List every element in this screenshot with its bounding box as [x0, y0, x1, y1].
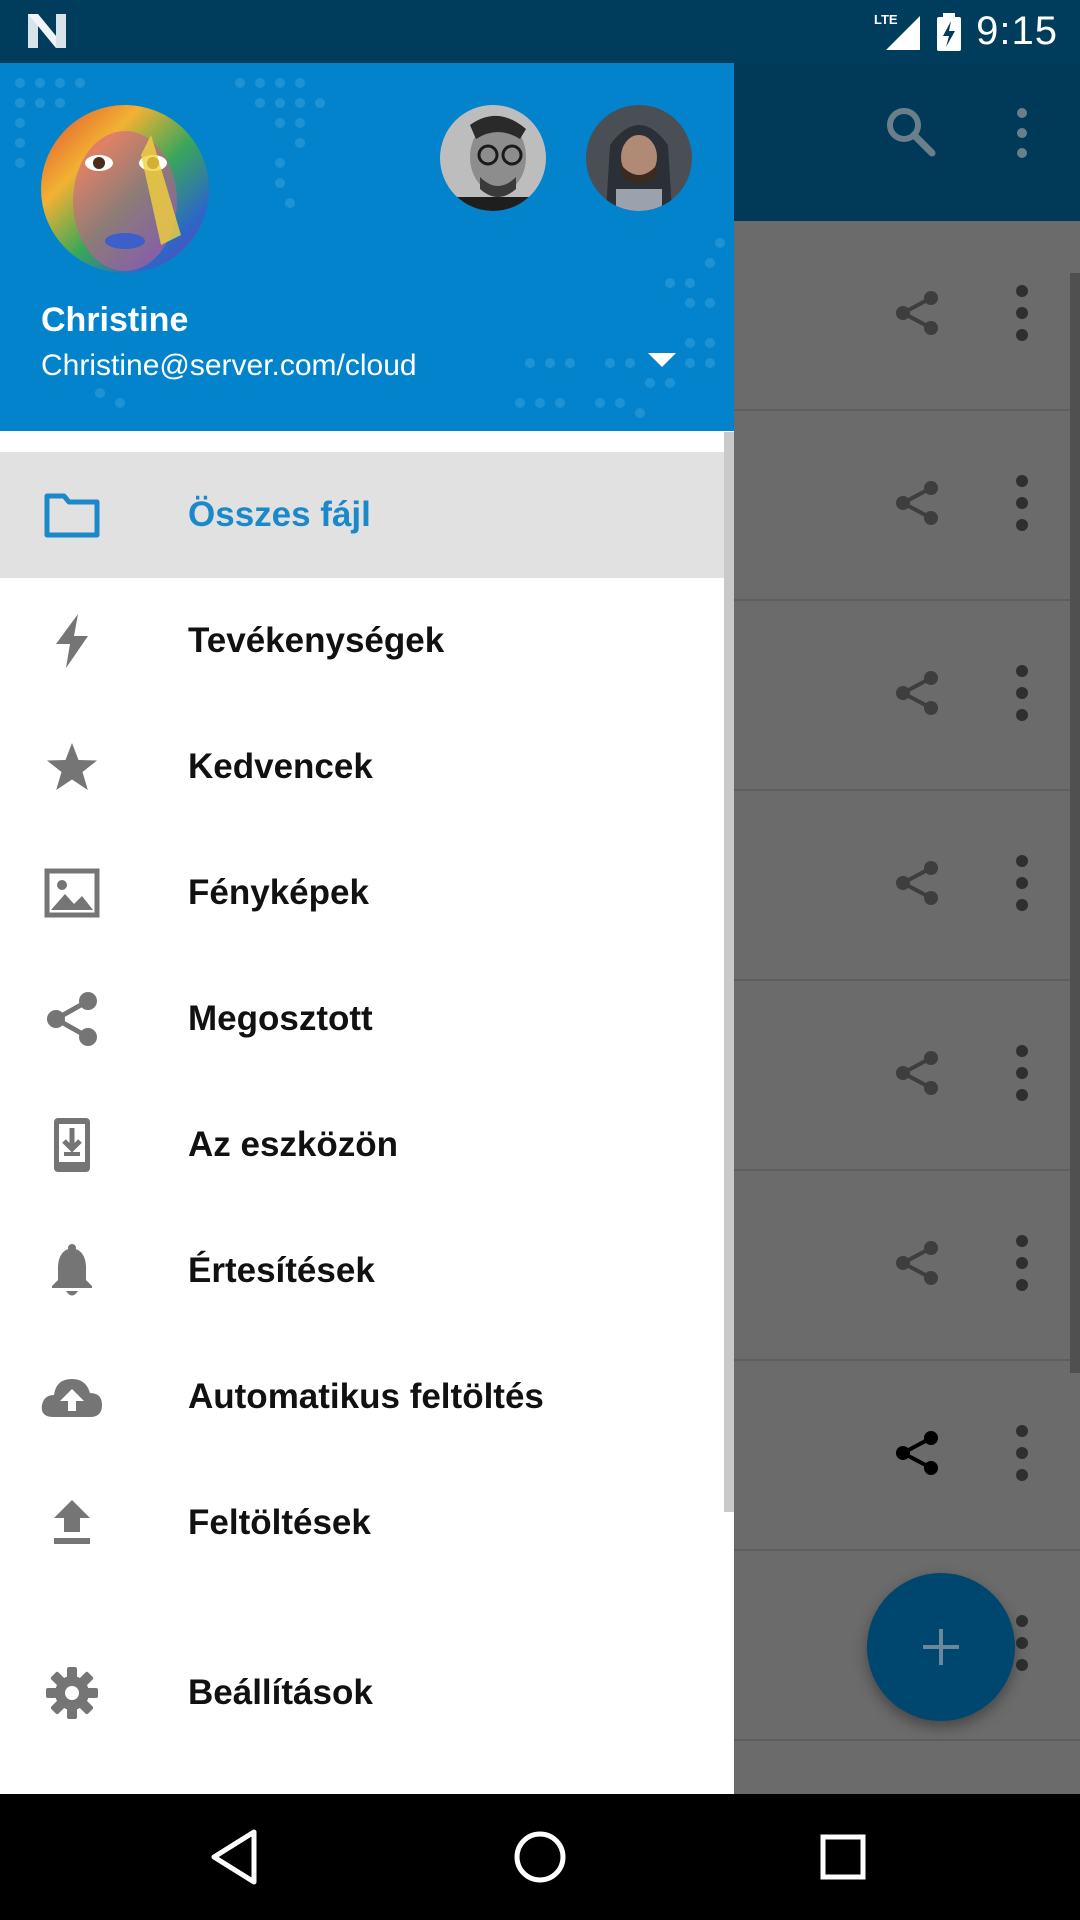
menu-item-activities[interactable]: Tevékenységek: [0, 578, 734, 704]
network-type: LTE: [874, 12, 898, 27]
notification-n-icon: [28, 14, 66, 48]
share-icon[interactable]: [893, 479, 941, 527]
other-account-avatar[interactable]: [440, 105, 546, 211]
search-icon[interactable]: [884, 105, 936, 157]
menu-item-all-files[interactable]: Összes fájl: [0, 452, 734, 578]
list-scrollbar: [1070, 273, 1080, 1373]
menu-item-shared[interactable]: Megosztott: [0, 956, 734, 1082]
share-icon[interactable]: [893, 289, 941, 337]
more-vert-icon[interactable]: [1002, 1041, 1042, 1105]
upload-icon: [40, 1495, 104, 1551]
status-bar: LTE 9:15: [0, 0, 1080, 63]
share-icon: [40, 991, 104, 1047]
share-icon[interactable]: [893, 859, 941, 907]
menu-item-uploads[interactable]: Feltöltések: [0, 1460, 734, 1586]
menu-item-label: Összes fájl: [188, 495, 371, 534]
current-account-avatar[interactable]: [41, 105, 209, 273]
menu-item-label: Feltöltések: [188, 1503, 371, 1542]
drawer-menu: Összes fájl Tevékenységek Kedvencek Fény…: [0, 452, 734, 1756]
more-vert-icon[interactable]: [1002, 1421, 1042, 1485]
bell-icon: [40, 1243, 104, 1299]
share-icon[interactable]: [893, 1239, 941, 1287]
system-navigation-bar: [0, 1794, 1080, 1920]
avatar-image: [586, 105, 692, 211]
gear-icon: [40, 1665, 104, 1721]
lightning-icon: [40, 613, 104, 669]
navigation-drawer: Christine Christine@server.com/cloud Öss…: [0, 63, 734, 1794]
menu-item-notifications[interactable]: Értesítések: [0, 1208, 734, 1334]
add-fab-button[interactable]: [867, 1573, 1015, 1721]
plus-icon: [923, 1629, 959, 1665]
cloud-upload-icon: [40, 1369, 104, 1425]
menu-item-label: Az eszközön: [188, 1125, 399, 1164]
other-account-avatar[interactable]: [586, 105, 692, 211]
drawer-scrollbar[interactable]: [724, 432, 734, 1512]
more-vert-icon[interactable]: [1002, 1231, 1042, 1295]
folder-icon: [40, 487, 104, 543]
menu-item-label: Automatikus feltöltés: [188, 1377, 544, 1416]
user-account: Christine@server.com/cloud: [41, 349, 417, 382]
menu-item-photos[interactable]: Fényképek: [0, 830, 734, 956]
user-name: Christine: [41, 301, 189, 339]
avatar-image: [440, 105, 546, 211]
chevron-down-icon[interactable]: [648, 353, 676, 369]
menu-item-label: Kedvencek: [188, 747, 373, 786]
menu-item-label: Értesítések: [188, 1251, 375, 1290]
more-vert-icon[interactable]: [1002, 281, 1042, 345]
menu-item-settings[interactable]: Beállítások: [0, 1630, 734, 1756]
menu-item-label: Megosztott: [188, 999, 373, 1038]
more-vert-icon[interactable]: [1002, 471, 1042, 535]
more-vert-icon[interactable]: [1002, 661, 1042, 725]
battery-charging-icon: [937, 12, 962, 51]
menu-item-on-device[interactable]: Az eszközön: [0, 1082, 734, 1208]
avatar-image: [41, 105, 209, 273]
device-download-icon: [40, 1117, 104, 1173]
share-icon[interactable]: [893, 1429, 941, 1477]
star-icon: [40, 739, 104, 795]
lte-signal-icon: LTE: [874, 12, 921, 50]
menu-spacer: [0, 1586, 734, 1630]
home-icon[interactable]: [507, 1824, 573, 1890]
more-vert-icon[interactable]: [1002, 851, 1042, 915]
share-icon[interactable]: [893, 669, 941, 717]
share-icon[interactable]: [893, 1049, 941, 1097]
back-icon[interactable]: [204, 1824, 270, 1890]
more-vert-icon[interactable]: [1006, 105, 1038, 161]
menu-item-auto-upload[interactable]: Automatikus feltöltés: [0, 1334, 734, 1460]
image-icon: [40, 865, 104, 921]
menu-item-label: Tevékenységek: [188, 621, 445, 660]
menu-item-label: Fényképek: [188, 873, 369, 912]
drawer-header: Christine Christine@server.com/cloud: [0, 63, 734, 431]
recents-icon[interactable]: [810, 1824, 876, 1890]
menu-item-favorites[interactable]: Kedvencek: [0, 704, 734, 830]
menu-item-label: Beállítások: [188, 1673, 373, 1712]
clock: 9:15: [976, 9, 1058, 53]
